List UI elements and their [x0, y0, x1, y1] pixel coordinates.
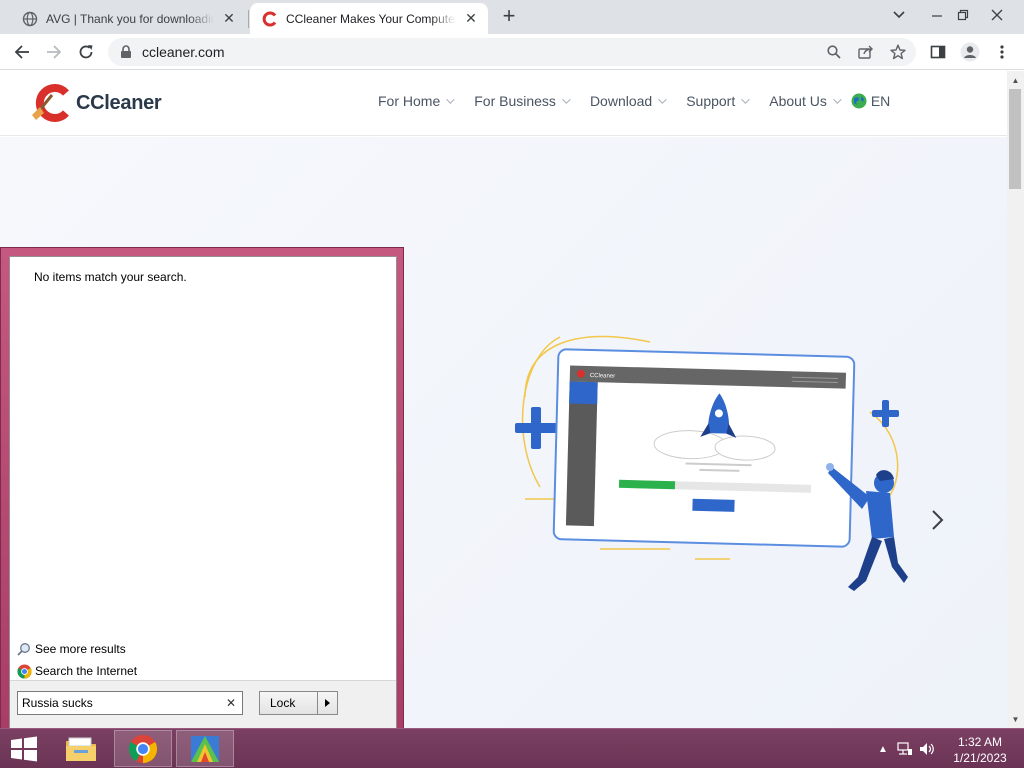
clock-time: 1:32 AM — [957, 735, 1003, 749]
ccleaner-favicon-icon — [262, 11, 278, 27]
nav-label: For Home — [378, 93, 441, 109]
back-icon[interactable] — [10, 40, 34, 64]
chrome-icon — [16, 663, 32, 679]
nav-for-home[interactable]: For Home — [378, 93, 455, 109]
clock-date: 1/21/2023 — [953, 751, 1007, 765]
nav-label: Support — [686, 93, 736, 109]
forward-icon[interactable] — [42, 40, 66, 64]
globe-icon — [851, 93, 867, 109]
page-scrollbar[interactable]: ▲ ▼ — [1007, 71, 1024, 728]
tab-avg[interactable]: AVG | Thank you for downloading ✕ — [10, 3, 246, 34]
menu-kebab-icon[interactable] — [992, 42, 1012, 62]
restore-icon[interactable] — [948, 2, 978, 28]
carousel-next-icon[interactable] — [926, 509, 948, 531]
nav-for-business[interactable]: For Business — [474, 93, 571, 109]
lock-icon[interactable] — [120, 45, 132, 59]
language-selector[interactable]: EN — [851, 93, 890, 109]
globe-icon — [22, 11, 38, 27]
nav-support[interactable]: Support — [686, 93, 750, 109]
start-button[interactable] — [6, 733, 42, 765]
logo-text: CCleaner — [76, 91, 162, 114]
main-nav: For Home For Business Download Support A… — [378, 93, 890, 109]
zoom-search-icon[interactable] — [826, 44, 842, 60]
scroll-down-icon[interactable]: ▼ — [1007, 712, 1024, 726]
close-tab-icon[interactable]: ✕ — [220, 10, 238, 28]
no-results-text: No items match your search. — [34, 270, 187, 284]
close-tab-icon[interactable]: ✕ — [462, 10, 480, 28]
scroll-thumb[interactable] — [1009, 89, 1021, 189]
new-tab-button[interactable]: + — [498, 5, 520, 28]
see-more-label: See more results — [35, 642, 126, 656]
volume-icon[interactable] — [916, 738, 938, 760]
tab-search-icon[interactable] — [884, 2, 914, 28]
chevron-down-icon — [446, 95, 455, 104]
scroll-up-icon[interactable]: ▲ — [1007, 73, 1024, 87]
see-more-results-link[interactable]: See more results — [16, 641, 126, 657]
reload-icon[interactable] — [74, 40, 98, 64]
nav-label: For Business — [474, 93, 556, 109]
start-search-box[interactable]: ✕ — [17, 691, 243, 715]
system-tray: ▲ — [872, 729, 938, 768]
lock-button[interactable]: Lock — [259, 691, 338, 715]
nav-label: Download — [589, 93, 653, 109]
tab-title: CCleaner Makes Your Computer Faster — [286, 11, 456, 26]
profile-avatar-icon[interactable] — [960, 42, 980, 62]
start-menu-results: No items match your search. See more res… — [9, 256, 397, 729]
chrome-taskbar-icon[interactable] — [114, 730, 172, 767]
chevron-down-icon — [562, 95, 571, 104]
chevron-down-icon — [741, 95, 750, 104]
show-hidden-icons-icon[interactable]: ▲ — [872, 738, 894, 760]
bookmark-star-icon[interactable] — [890, 44, 906, 60]
chevron-down-icon — [658, 95, 667, 104]
browser-toolbar: ccleaner.com — [0, 34, 1024, 70]
start-menu: No items match your search. See more res… — [0, 247, 404, 729]
tab-strip: AVG | Thank you for downloading ✕ CClean… — [0, 0, 1024, 34]
search-magnifier-icon — [16, 641, 32, 657]
search-internet-link[interactable]: Search the Internet — [16, 663, 137, 679]
ccleaner-logo-icon — [32, 84, 69, 122]
search-internet-label: Search the Internet — [35, 664, 138, 678]
language-label: EN — [870, 93, 891, 109]
share-icon[interactable] — [858, 44, 874, 60]
tab-title: AVG | Thank you for downloading — [46, 11, 214, 26]
lock-button-label: Lock — [270, 696, 296, 710]
nav-label: About Us — [769, 93, 827, 109]
start-menu-footer: ✕ Lock — [10, 680, 396, 728]
clock[interactable]: 1:32 AM 1/21/2023 — [950, 734, 1010, 766]
power-options-arrow-icon[interactable] — [317, 692, 337, 714]
illustration-app-title: CCleaner — [590, 373, 616, 380]
nav-download[interactable]: Download — [589, 93, 667, 109]
clear-search-icon[interactable]: ✕ — [224, 696, 238, 710]
close-window-icon[interactable] — [982, 2, 1012, 28]
url-text: ccleaner.com — [142, 44, 225, 60]
tab-ccleaner[interactable]: CCleaner Makes Your Computer Faster ✕ — [250, 3, 488, 34]
file-explorer-icon[interactable] — [52, 730, 110, 767]
taskbar: ▲ 1:32 AM 1/21/2023 — [0, 728, 1024, 768]
start-search-input[interactable] — [22, 696, 212, 710]
chevron-down-icon — [833, 95, 842, 104]
nav-about-us[interactable]: About Us — [769, 93, 842, 109]
avg-installer-icon[interactable] — [176, 730, 234, 767]
windows-logo-icon — [11, 736, 37, 762]
address-bar[interactable]: ccleaner.com — [108, 38, 916, 66]
network-icon[interactable] — [894, 738, 916, 760]
site-header: CCleaner For Home For Business Download … — [0, 71, 1007, 136]
tab-separator — [248, 10, 249, 28]
ccleaner-logo[interactable]: CCleaner — [30, 83, 162, 123]
side-panel-icon[interactable] — [928, 42, 948, 62]
